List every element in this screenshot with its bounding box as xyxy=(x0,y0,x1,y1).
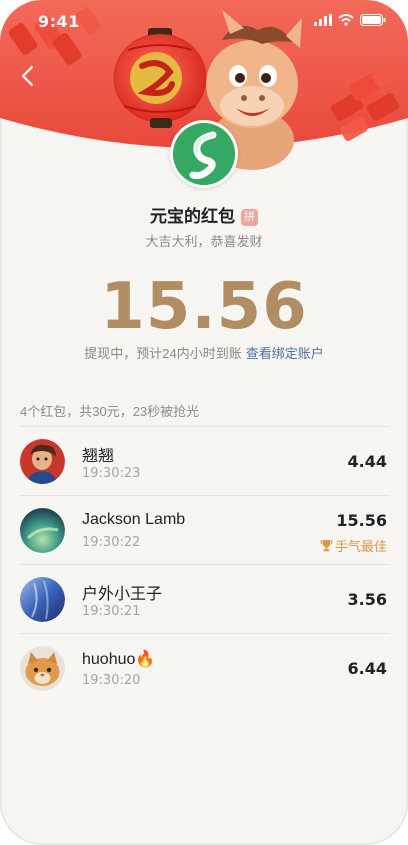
packet-title: 元宝的红包拼 xyxy=(0,202,408,227)
record-name: huohuo🔥 xyxy=(82,651,156,668)
status-time: 9:41 xyxy=(38,12,80,31)
status-icons xyxy=(314,14,386,26)
status-bar: 9:41 xyxy=(0,0,408,44)
wifi-icon xyxy=(338,14,354,26)
view-bound-account-link[interactable]: 查看绑定账户 xyxy=(246,346,324,361)
trophy-icon xyxy=(320,540,333,552)
packet-summary: 4个红包，共30元，23秒被抢光 xyxy=(20,404,200,419)
record-time: 19:30:21 xyxy=(82,604,141,619)
avatar xyxy=(20,646,65,691)
record-name: 翘翘 xyxy=(82,448,115,465)
avatar xyxy=(20,439,65,484)
best-luck-text: 手气最佳 xyxy=(334,539,387,554)
record-amount: 15.56 xyxy=(336,511,387,530)
record-amount: 3.56 xyxy=(347,590,387,609)
battery-icon xyxy=(360,14,386,26)
record-name: Jackson Lamb xyxy=(82,511,186,528)
yuanbao-logo-icon xyxy=(173,123,235,185)
list-item[interactable]: Jackson Lamb 19:30:22 15.56 手气最佳 xyxy=(0,496,408,564)
record-time: 19:30:20 xyxy=(82,673,141,688)
chevron-left-icon xyxy=(21,65,34,87)
avatar xyxy=(20,577,65,622)
list-item[interactable]: huohuo🔥 19:30:20 6.44 xyxy=(0,634,408,702)
record-name: 户外小王子 xyxy=(82,586,163,603)
record-time: 19:30:23 xyxy=(82,466,141,481)
phone-screen: 9:41 元宝的红包拼 大吉大利，恭喜发财 15.56 提现中，预计24内小时到… xyxy=(0,0,408,845)
record-amount: 4.44 xyxy=(347,452,387,471)
blessing-text: 大吉大利，恭喜发财 xyxy=(145,234,263,249)
withdraw-status: 提现中，预计24内小时到账 查看绑定账户 xyxy=(0,343,408,362)
list-item[interactable]: 户外小王子 19:30:21 3.56 xyxy=(0,565,408,633)
pin-badge: 拼 xyxy=(241,209,258,226)
withdraw-text: 提现中，预计24内小时到账 xyxy=(84,346,242,361)
back-button[interactable] xyxy=(18,64,38,88)
sender-avatar xyxy=(170,120,238,188)
list-item[interactable]: 翘翘 19:30:23 4.44 xyxy=(0,427,408,495)
signal-icon xyxy=(314,14,332,26)
best-luck-badge: 手气最佳 xyxy=(320,536,387,555)
record-amount: 6.44 xyxy=(347,659,387,678)
record-time: 19:30:22 xyxy=(82,535,141,550)
received-amount: 15.56 xyxy=(100,270,308,344)
packet-title-text: 元宝的红包 xyxy=(150,207,235,226)
avatar xyxy=(20,508,65,553)
